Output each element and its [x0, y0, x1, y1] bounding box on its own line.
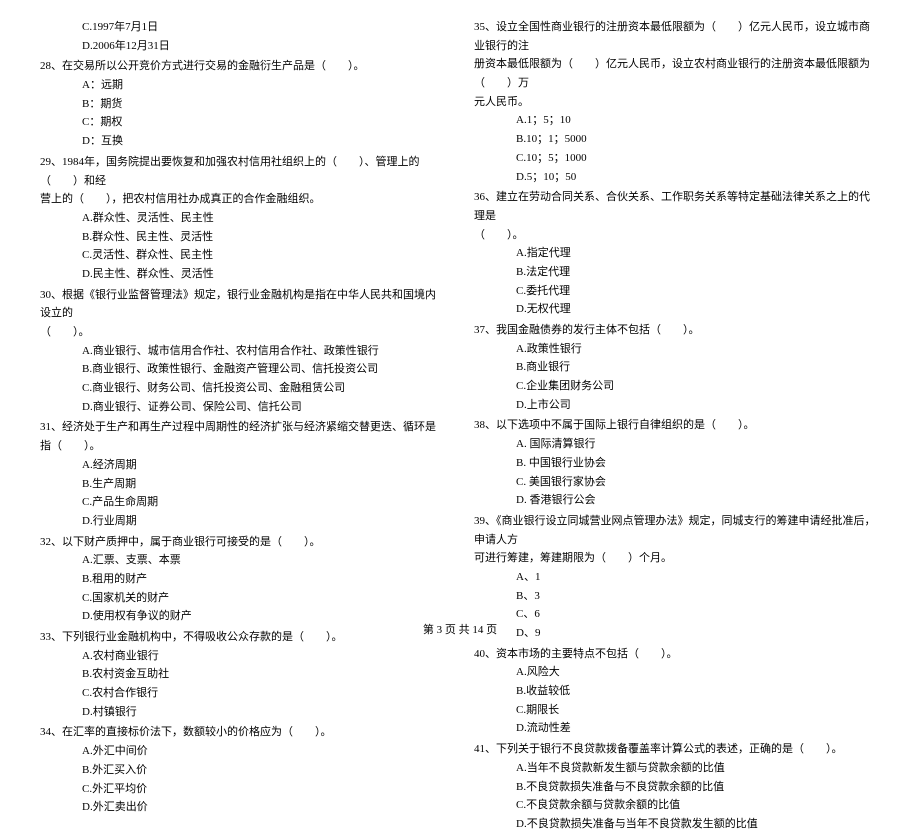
q29-option-c: C.灵活性、群众性、民主性: [40, 246, 446, 265]
page-footer: 第 3 页 共 14 页: [0, 621, 920, 640]
q31-option-d: D.行业周期: [40, 512, 446, 531]
q34-option-b: B.外汇买入价: [40, 761, 446, 780]
question-37: 37、我国金融债券的发行主体不包括（ ）。 A.政策性银行 B.商业银行 C.企…: [474, 321, 880, 414]
q35-stem-line1: 35、设立全国性商业银行的注册资本最低限额为（ ）亿元人民币，设立城市商业银行的…: [474, 18, 880, 55]
q35-option-a: A.1；5；10: [474, 111, 880, 130]
question-34: 34、在汇率的直接标价法下，数额较小的价格应为（ ）。 A.外汇中间价 B.外汇…: [40, 723, 446, 816]
question-40: 40、资本市场的主要特点不包括（ ）。 A.风险大 B.收益较低 C.期限长 D…: [474, 645, 880, 738]
q33-option-a: A.农村商业银行: [40, 647, 446, 666]
right-column: 35、设立全国性商业银行的注册资本最低限额为（ ）亿元人民币，设立城市商业银行的…: [474, 18, 880, 836]
q28-stem: 28、在交易所以公开竞价方式进行交易的金融衍生产品是（ ）。: [40, 57, 446, 76]
question-38: 38、以下选项中不属于国际上银行自律组织的是（ ）。 A. 国际清算银行 B. …: [474, 416, 880, 509]
q34-option-d: D.外汇卖出价: [40, 798, 446, 817]
q29-option-d: D.民主性、群众性、灵活性: [40, 265, 446, 284]
q40-stem: 40、资本市场的主要特点不包括（ ）。: [474, 645, 880, 664]
q41-option-b: B.不良贷款损失准备与不良贷款余额的比值: [474, 778, 880, 797]
q36-stem-line1: 36、建立在劳动合同关系、合伙关系、工作职务关系等特定基础法律关系之上的代理是: [474, 188, 880, 225]
q33-option-c: C.农村合作银行: [40, 684, 446, 703]
q35-stem-line3: 元人民币。: [474, 93, 880, 112]
two-column-layout: C.1997年7月1日 D.2006年12月31日 28、在交易所以公开竞价方式…: [40, 18, 880, 836]
question-31: 31、经济处于生产和再生产过程中周期性的经济扩张与经济紧缩交替更迭、循环是指（ …: [40, 418, 446, 530]
q36-option-a: A.指定代理: [474, 244, 880, 263]
question-28: 28、在交易所以公开竞价方式进行交易的金融衍生产品是（ ）。 A：远期 B：期货…: [40, 57, 446, 150]
q29-option-a: A.群众性、灵活性、民主性: [40, 209, 446, 228]
question-29: 29、1984年，国务院提出要恢复和加强农村信用社组织上的（ ）、管理上的（ ）…: [40, 153, 446, 284]
q28-option-d: D：互换: [40, 132, 446, 151]
question-32: 32、以下财产质押中，属于商业银行可接受的是（ ）。 A.汇票、支票、本票 B.…: [40, 533, 446, 626]
q29-option-b: B.群众性、民主性、灵活性: [40, 228, 446, 247]
q39-option-b: B、3: [474, 587, 880, 606]
q28-option-a: A：远期: [40, 76, 446, 95]
q32-option-a: A.汇票、支票、本票: [40, 551, 446, 570]
q38-stem: 38、以下选项中不属于国际上银行自律组织的是（ ）。: [474, 416, 880, 435]
q30-option-c: C.商业银行、财务公司、信托投资公司、金融租赁公司: [40, 379, 446, 398]
q41-option-d: D.不良贷款损失准备与当年不良贷款发生额的比值: [474, 815, 880, 834]
q36-option-b: B.法定代理: [474, 263, 880, 282]
question-41: 41、下列关于银行不良贷款拨备覆盖率计算公式的表述，正确的是（ ）。 A.当年不…: [474, 740, 880, 833]
q31-stem: 31、经济处于生产和再生产过程中周期性的经济扩张与经济紧缩交替更迭、循环是指（ …: [40, 418, 446, 455]
q40-option-b: B.收益较低: [474, 682, 880, 701]
q41-stem: 41、下列关于银行不良贷款拨备覆盖率计算公式的表述，正确的是（ ）。: [474, 740, 880, 759]
q33-option-b: B.农村资金互助社: [40, 665, 446, 684]
q35-option-d: D.5；10；50: [474, 168, 880, 187]
q37-stem: 37、我国金融债券的发行主体不包括（ ）。: [474, 321, 880, 340]
q39-stem-line2: 可进行筹建，筹建期限为（ ）个月。: [474, 549, 880, 568]
q37-option-b: B.商业银行: [474, 358, 880, 377]
q39-stem-line1: 39、《商业银行设立同城营业网点管理办法》规定，同城支行的筹建申请经批准后，申请…: [474, 512, 880, 549]
q41-option-a: A.当年不良贷款新发生额与贷款余额的比值: [474, 759, 880, 778]
q37-option-c: C.企业集团财务公司: [474, 377, 880, 396]
question-27-tail: C.1997年7月1日 D.2006年12月31日: [40, 18, 446, 55]
q27-option-c: C.1997年7月1日: [40, 18, 446, 37]
q36-option-c: C.委托代理: [474, 282, 880, 301]
q30-option-d: D.商业银行、证券公司、保险公司、信托公司: [40, 398, 446, 417]
q37-option-a: A.政策性银行: [474, 340, 880, 359]
q40-option-c: C.期限长: [474, 701, 880, 720]
q28-option-c: C：期权: [40, 113, 446, 132]
q35-stem-line2: 册资本最低限额为（ ）亿元人民币，设立农村商业银行的注册资本最低限额为（ ）万: [474, 55, 880, 92]
q33-option-d: D.村镇银行: [40, 703, 446, 722]
q41-option-c: C.不良贷款余额与贷款余额的比值: [474, 796, 880, 815]
q36-option-d: D.无权代理: [474, 300, 880, 319]
question-35: 35、设立全国性商业银行的注册资本最低限额为（ ）亿元人民币，设立城市商业银行的…: [474, 18, 880, 186]
q32-option-b: B.租用的财产: [40, 570, 446, 589]
q36-stem-line2: （ ）。: [474, 226, 880, 245]
q38-option-c: C. 美国银行家协会: [474, 473, 880, 492]
q40-option-a: A.风险大: [474, 663, 880, 682]
question-36: 36、建立在劳动合同关系、合伙关系、工作职务关系等特定基础法律关系之上的代理是 …: [474, 188, 880, 319]
q27-option-d: D.2006年12月31日: [40, 37, 446, 56]
q31-option-b: B.生产周期: [40, 475, 446, 494]
q31-option-a: A.经济周期: [40, 456, 446, 475]
q39-option-a: A、1: [474, 568, 880, 587]
q35-option-c: C.10；5；1000: [474, 149, 880, 168]
q32-stem: 32、以下财产质押中，属于商业银行可接受的是（ ）。: [40, 533, 446, 552]
q32-option-c: C.国家机关的财产: [40, 589, 446, 608]
q35-option-b: B.10；1；5000: [474, 130, 880, 149]
q37-option-d: D.上市公司: [474, 396, 880, 415]
q30-option-a: A.商业银行、城市信用合作社、农村信用合作社、政策性银行: [40, 342, 446, 361]
q38-option-a: A. 国际清算银行: [474, 435, 880, 454]
q28-option-b: B：期货: [40, 95, 446, 114]
q38-option-d: D. 香港银行公会: [474, 491, 880, 510]
q30-stem-line2: （ ）。: [40, 323, 446, 342]
q40-option-d: D.流动性差: [474, 719, 880, 738]
q29-stem-line1: 29、1984年，国务院提出要恢复和加强农村信用社组织上的（ ）、管理上的（ ）…: [40, 153, 446, 190]
q29-stem-line2: 营上的（ ），把农村信用社办成真正的合作金融组织。: [40, 190, 446, 209]
q30-stem-line1: 30、根据《银行业监督管理法》规定，银行业金融机构是指在中华人民共和国境内设立的: [40, 286, 446, 323]
q34-stem: 34、在汇率的直接标价法下，数额较小的价格应为（ ）。: [40, 723, 446, 742]
q34-option-c: C.外汇平均价: [40, 780, 446, 799]
q31-option-c: C.产品生命周期: [40, 493, 446, 512]
left-column: C.1997年7月1日 D.2006年12月31日 28、在交易所以公开竞价方式…: [40, 18, 446, 836]
question-33: 33、下列银行业金融机构中，不得吸收公众存款的是（ ）。 A.农村商业银行 B.…: [40, 628, 446, 721]
q30-option-b: B.商业银行、政策性银行、金融资产管理公司、信托投资公司: [40, 360, 446, 379]
q34-option-a: A.外汇中间价: [40, 742, 446, 761]
question-30: 30、根据《银行业监督管理法》规定，银行业金融机构是指在中华人民共和国境内设立的…: [40, 286, 446, 417]
q38-option-b: B. 中国银行业协会: [474, 454, 880, 473]
